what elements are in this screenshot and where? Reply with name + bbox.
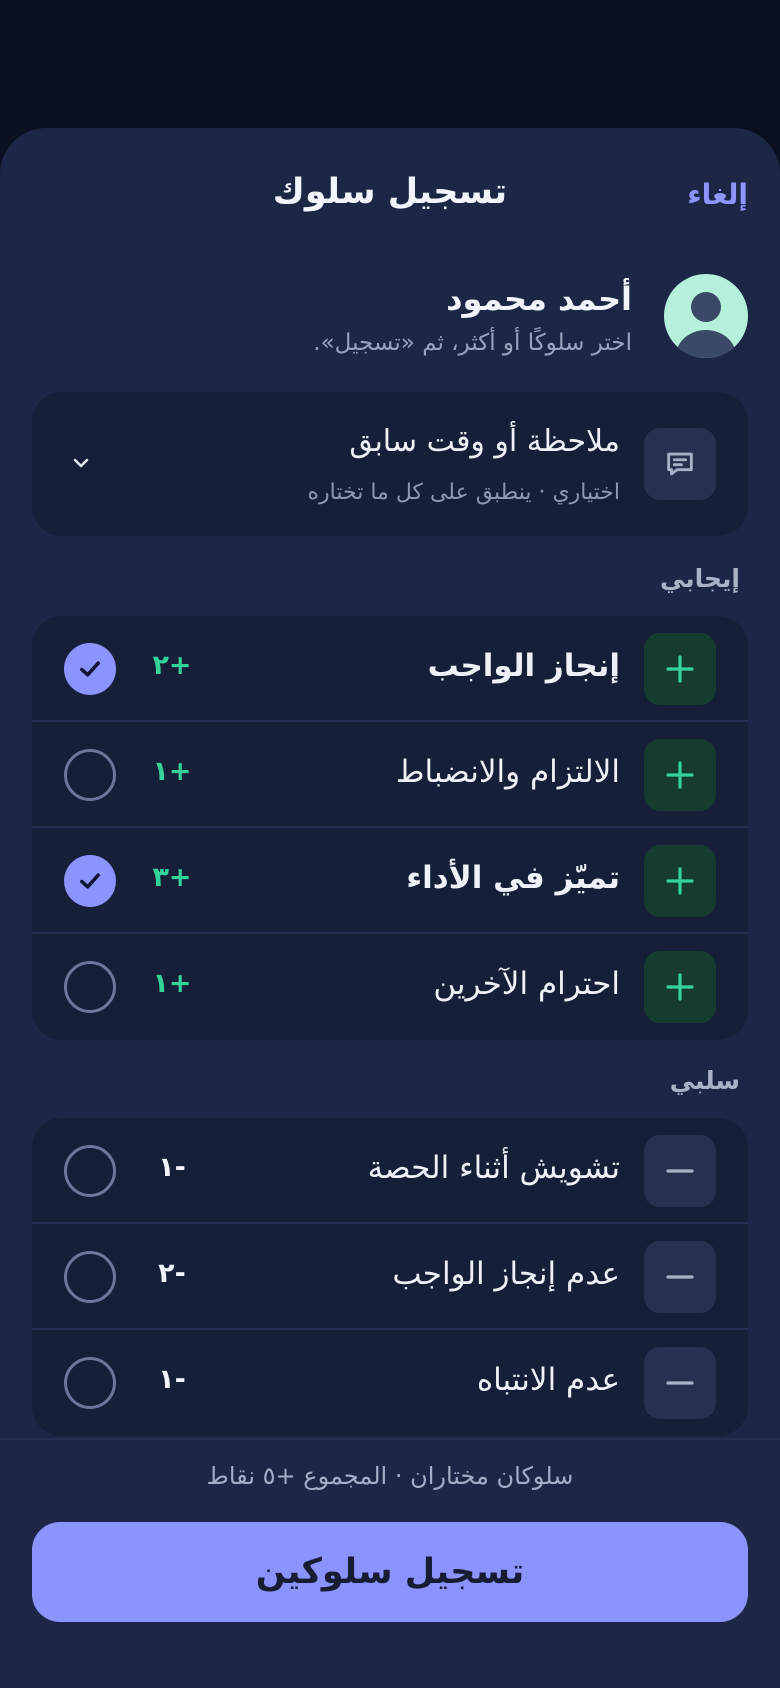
selection-checkbox[interactable]: [64, 749, 116, 801]
student-hint: اختر سلوكًا أو أكثر، ثم «تسجيل».: [313, 330, 632, 356]
behavior-row-discipline[interactable]: الالتزام والانضباط +١: [32, 722, 748, 828]
behavior-label: إنجاز الواجب: [427, 648, 620, 684]
behavior-points: +٣: [152, 862, 192, 893]
minus-icon: [644, 1135, 716, 1207]
selection-checkbox[interactable]: [64, 961, 116, 1013]
note-expander[interactable]: ملاحظة أو وقت سابق اختياري · ينطبق على ك…: [32, 392, 748, 536]
note-subtitle: اختياري · ينطبق على كل ما تختاره: [307, 480, 620, 505]
behavior-label: تشويش أثناء الحصة: [367, 1150, 620, 1186]
selection-checkbox[interactable]: [64, 855, 116, 907]
student-info: أحمد محمود اختر سلوكًا أو أكثر، ثم «تسجي…: [32, 274, 748, 364]
behavior-row-no-homework[interactable]: عدم إنجاز الواجب -٢: [32, 1224, 748, 1330]
selection-checkbox[interactable]: [64, 1251, 116, 1303]
checkmark-icon: [80, 661, 100, 677]
selection-checkbox[interactable]: [64, 1145, 116, 1197]
behavior-points: +١: [152, 968, 192, 999]
behavior-label: عدم إنجاز الواجب: [392, 1256, 620, 1292]
behavior-label: عدم الانتباه: [476, 1362, 620, 1398]
behavior-label: تميّز في الأداء: [406, 860, 620, 896]
message-icon: [667, 452, 693, 476]
behavior-row-respect[interactable]: احترام الآخرين +١: [32, 934, 748, 1040]
selection-checkbox[interactable]: [64, 643, 116, 695]
plus-icon: [644, 845, 716, 917]
sheet-title: تسجيل سلوك: [272, 172, 508, 212]
positive-section-label: إيجابي: [659, 564, 740, 593]
user-icon: [676, 292, 736, 358]
behavior-row-disruption[interactable]: تشويش أثناء الحصة -١: [32, 1118, 748, 1224]
checkmark-icon: [80, 873, 100, 889]
behavior-points: +١: [152, 756, 192, 787]
behavior-points: -١: [158, 1152, 186, 1183]
behavior-label: احترام الآخرين: [433, 966, 620, 1002]
positive-behavior-list: إنجاز الواجب +٢ الالتزام والانضباط +١ تم…: [32, 616, 748, 1040]
sheet-footer: سلوكان مختاران · المجموع +٥ نقاط تسجيل س…: [0, 1438, 780, 1688]
behavior-row-excellence[interactable]: تميّز في الأداء +٣: [32, 828, 748, 934]
note-icon-box: [644, 428, 716, 500]
behavior-points: -١: [158, 1364, 186, 1395]
behavior-points: +٢: [152, 650, 192, 681]
student-name: أحمد محمود: [446, 280, 632, 318]
avatar: [664, 274, 748, 358]
behavior-label: الالتزام والانضباط: [395, 754, 620, 790]
behavior-row-homework[interactable]: إنجاز الواجب +٢: [32, 616, 748, 722]
record-behavior-sheet: تسجيل سلوك إلغاء أحمد محمود اختر سلوكًا …: [0, 128, 780, 1688]
behavior-row-inattention[interactable]: عدم الانتباه -١: [32, 1330, 748, 1436]
chevron-down-icon: [66, 448, 96, 478]
note-title: ملاحظة أو وقت سابق: [349, 424, 620, 459]
minus-icon: [644, 1241, 716, 1313]
negative-section-label: سلبي: [669, 1066, 740, 1095]
selection-checkbox[interactable]: [64, 1357, 116, 1409]
plus-icon: [644, 739, 716, 811]
sheet-header: تسجيل سلوك إلغاء: [0, 128, 780, 268]
submit-button[interactable]: تسجيل سلوكين: [32, 1522, 748, 1622]
minus-icon: [644, 1347, 716, 1419]
plus-icon: [644, 951, 716, 1023]
selection-summary: سلوكان مختاران · المجموع +٥ نقاط: [206, 1462, 574, 1490]
behavior-points: -٢: [158, 1258, 186, 1289]
plus-icon: [644, 633, 716, 705]
cancel-button[interactable]: إلغاء: [687, 178, 748, 211]
negative-behavior-list: تشويش أثناء الحصة -١ عدم إنجاز الواجب -٢…: [32, 1118, 748, 1436]
